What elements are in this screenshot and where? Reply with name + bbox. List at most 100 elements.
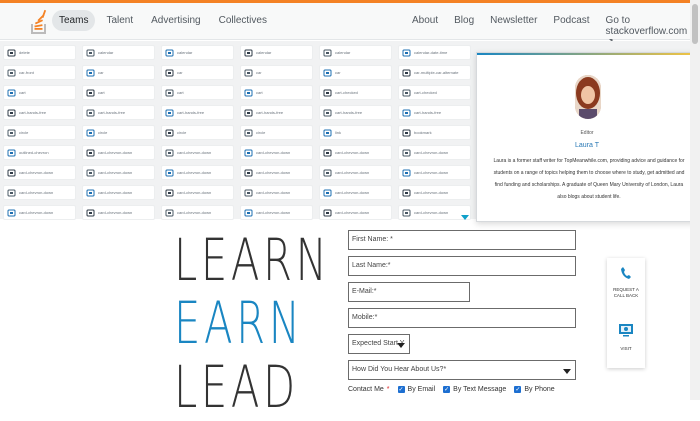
icon-grid-cell[interactable]: card-chevron-down — [398, 165, 471, 180]
icon-grid-cell[interactable]: cart — [240, 85, 313, 100]
grid-item-label: calendar — [177, 50, 193, 55]
grid-item-label: cart-hands-free — [335, 110, 363, 115]
hear-about-select[interactable]: How Did You Hear About Us?* — [348, 360, 576, 380]
icon-grid-cell[interactable]: circle — [161, 125, 234, 140]
icon-grid-cell[interactable]: card-chevron-down — [319, 165, 392, 180]
grid-item-label: card-chevron-down — [98, 150, 133, 155]
grid-item-label: card-chevron-down — [335, 190, 370, 195]
icon-grid-cell[interactable]: delete — [3, 45, 76, 60]
icon-grid-cell[interactable]: card-chevron-down — [161, 145, 234, 160]
grid-item-label: cart-hands-free — [414, 110, 442, 115]
nav-collectives[interactable]: Collectives — [212, 10, 274, 31]
icon-grid-cell[interactable]: cart-checked — [398, 85, 471, 100]
scrollbar-thumb[interactable] — [692, 4, 698, 44]
icon-grid-cell[interactable]: cart — [82, 85, 155, 100]
icon-grid-cell[interactable]: card-chevron-down — [161, 185, 234, 200]
icon-grid-cell[interactable]: car — [161, 65, 234, 80]
last-name-field[interactable]: Last Name:* — [348, 256, 576, 276]
grid-item-icon — [7, 149, 16, 157]
first-name-field[interactable]: First Name: * — [348, 230, 576, 250]
grid-item-label: cart-checked — [414, 90, 437, 95]
icon-grid-cell[interactable]: card-chevron-down — [240, 165, 313, 180]
email-checkbox[interactable]: ✓ — [397, 386, 405, 393]
icon-grid-cell[interactable]: card-chevron-down — [82, 145, 155, 160]
grid-item-icon — [323, 189, 332, 197]
grid-item-icon — [402, 189, 411, 197]
grid-item-icon — [86, 169, 95, 177]
icon-grid-cell[interactable]: car-front — [3, 65, 76, 80]
author-name[interactable]: Laura T — [477, 142, 697, 149]
icon-grid-cell[interactable]: card-chevron-down — [398, 145, 471, 160]
grid-item-icon — [165, 69, 174, 77]
grid-item-label: delete — [19, 50, 30, 55]
icon-grid-cell[interactable]: card-chevron-down — [82, 185, 155, 200]
icon-grid-cell[interactable]: circle — [82, 125, 155, 140]
icon-grid-cell[interactable]: cart-checked — [319, 85, 392, 100]
icon-grid-cell[interactable]: card-chevron-down — [82, 205, 155, 220]
icon-grid-cell[interactable]: card-chevron-down — [240, 205, 313, 220]
text-message-checkbox[interactable]: ✓ — [443, 386, 451, 393]
page-scrollbar[interactable] — [690, 0, 700, 400]
icon-grid-cell[interactable]: card-chevron-down — [3, 165, 76, 180]
email-field[interactable]: E-Mail:* — [348, 282, 470, 302]
icon-grid-cell[interactable]: bookmark — [398, 125, 471, 140]
grid-item-label: calendar — [335, 50, 351, 55]
nav-advertising[interactable]: Advertising — [144, 10, 207, 31]
icon-grid-cell[interactable]: outlined-chevron — [3, 145, 76, 160]
icon-grid-cell[interactable]: car-multiple-car-alternate — [398, 65, 471, 80]
grid-item-label: car — [335, 70, 341, 75]
icon-grid-cell[interactable]: card-chevron-down — [319, 205, 392, 220]
icon-grid-cell[interactable]: card-chevron-down — [161, 165, 234, 180]
icon-grid-cell[interactable]: card-chevron-down — [319, 185, 392, 200]
icon-grid-cell[interactable]: cart-hands-free — [240, 105, 313, 120]
grid-item-icon — [402, 49, 411, 57]
mobile-field[interactable]: Mobile:* — [348, 308, 576, 328]
phone-checkbox[interactable]: ✓ — [514, 386, 522, 393]
icon-grid-cell[interactable]: calendar — [82, 45, 155, 60]
request-callback-button[interactable]: REQUEST A CALL BACK — [607, 266, 645, 299]
grid-item-icon — [323, 169, 332, 177]
icon-grid-cell[interactable]: card-chevron-down — [398, 185, 471, 200]
icon-grid-cell[interactable]: card-chevron-down — [3, 205, 76, 220]
icon-grid-cell[interactable]: calendar — [161, 45, 234, 60]
icon-grid-cell[interactable]: card-chevron-down — [240, 145, 313, 160]
grid-item-label: card-chevron-down — [335, 170, 370, 175]
icon-grid-cell[interactable]: circle — [3, 125, 76, 140]
icon-grid-cell[interactable]: cart-hands-free — [161, 105, 234, 120]
grid-item-label: card-chevron-down — [98, 210, 133, 215]
icon-grid-cell[interactable]: cart-hands-free — [3, 105, 76, 120]
icon-grid-cell[interactable]: calendar — [240, 45, 313, 60]
grid-item-label: calendar — [256, 50, 272, 55]
icon-grid-cell[interactable]: cart — [3, 85, 76, 100]
icon-grid-cell[interactable]: circle — [240, 125, 313, 140]
icon-grid-cell[interactable]: link — [319, 125, 392, 140]
email-option-label: By Email — [407, 386, 436, 393]
grid-item-icon — [7, 49, 16, 57]
icon-grid-cell[interactable]: calendar — [319, 45, 392, 60]
grid-item-label: car — [98, 70, 104, 75]
icon-grid-cell[interactable]: calendar-date-time — [398, 45, 471, 60]
icon-grid-cell[interactable]: card-chevron-down — [161, 205, 234, 220]
nav-teams[interactable]: Teams — [52, 10, 96, 31]
icon-grid-cell[interactable]: car — [240, 65, 313, 80]
icon-grid-cell[interactable]: car — [82, 65, 155, 80]
icon-grid-cell[interactable]: cart-hands-free — [319, 105, 392, 120]
grid-item-label: card-chevron-down — [19, 170, 54, 175]
icon-grid-cell[interactable]: car — [319, 65, 392, 80]
grid-item-label: cart — [256, 90, 263, 95]
icon-grid-cell[interactable]: cart-hands-free — [82, 105, 155, 120]
icon-grid-cell[interactable]: cart — [161, 85, 234, 100]
nav-talent[interactable]: Talent — [99, 10, 140, 31]
visit-button[interactable]: VISIT — [607, 322, 645, 352]
icon-grid-cell[interactable]: card-chevron-down — [82, 165, 155, 180]
grid-item-icon — [86, 129, 95, 137]
expected-start-select[interactable]: Expected Start Y — [348, 334, 410, 354]
icon-grid-cell[interactable]: cart-hands-free — [398, 105, 471, 120]
side-contact-widget: REQUEST A CALL BACK VISIT — [607, 258, 645, 368]
avatar — [575, 75, 601, 119]
stackoverflow-logo-icon[interactable] — [30, 9, 48, 35]
icon-grid-cell[interactable]: card-chevron-down — [240, 185, 313, 200]
icon-grid-cell[interactable]: card-chevron-down — [319, 145, 392, 160]
icon-grid-cell[interactable]: card-chevron-down — [3, 185, 76, 200]
grid-item-label: card-chevron-down — [414, 210, 449, 215]
